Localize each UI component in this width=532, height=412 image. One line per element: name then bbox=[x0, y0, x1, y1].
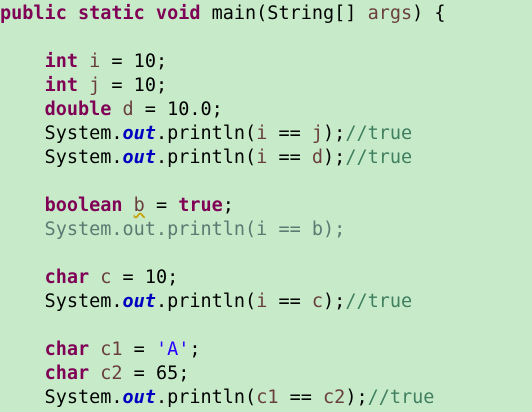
code-token: d bbox=[122, 99, 134, 120]
code-token: //true bbox=[345, 123, 413, 144]
code-token: i bbox=[256, 147, 268, 168]
code-token: System. bbox=[0, 387, 123, 408]
code-line[interactable]: System.out.println(i == b); bbox=[0, 218, 346, 242]
code-token: .println( bbox=[155, 147, 257, 168]
code-token: out bbox=[122, 147, 156, 168]
code-token: int bbox=[44, 75, 78, 96]
code-token: = 10; bbox=[111, 267, 179, 288]
code-token: args bbox=[367, 3, 413, 24]
code-line[interactable]: public static void main(String[] args) { bbox=[0, 2, 446, 26]
code-token: = bbox=[144, 195, 179, 216]
code-token: out bbox=[122, 387, 156, 408]
code-token: System.out.println(i == b); bbox=[0, 219, 346, 240]
code-editor[interactable]: public static void main(String[] args) {… bbox=[0, 0, 532, 412]
code-token: ) { bbox=[412, 3, 446, 24]
code-line[interactable]: char c = 10; bbox=[0, 266, 179, 290]
code-token: boolean bbox=[44, 195, 123, 216]
code-token: out bbox=[122, 291, 156, 312]
code-token: main(String[] bbox=[200, 3, 368, 24]
code-token: ); bbox=[323, 123, 346, 144]
code-token: System. bbox=[0, 147, 123, 168]
code-token: b bbox=[133, 195, 145, 216]
code-token: = 10.0; bbox=[133, 99, 223, 120]
code-token: .println( bbox=[155, 123, 257, 144]
code-token: System. bbox=[0, 291, 123, 312]
code-token: = bbox=[122, 339, 156, 360]
code-token: //true bbox=[345, 291, 413, 312]
code-token: c bbox=[100, 267, 112, 288]
code-token: = 65; bbox=[122, 363, 190, 384]
code-token: //true bbox=[367, 387, 435, 408]
code-token: i bbox=[89, 51, 101, 72]
code-token: ); bbox=[323, 147, 346, 168]
code-token: out bbox=[122, 123, 156, 144]
code-token: j bbox=[311, 123, 324, 144]
code-token: c bbox=[311, 291, 324, 312]
code-token: ); bbox=[323, 291, 346, 312]
code-token: j bbox=[89, 75, 101, 96]
code-token: i bbox=[256, 291, 268, 312]
code-token: .println( bbox=[155, 291, 257, 312]
code-line[interactable]: System.out.println(c1 == c2);//true bbox=[0, 386, 435, 410]
code-token: == bbox=[278, 387, 324, 408]
code-token: int bbox=[44, 51, 78, 72]
code-token: 'A' bbox=[155, 339, 190, 360]
code-token: c2 bbox=[100, 363, 123, 384]
code-line[interactable]: boolean b = true; bbox=[0, 194, 234, 218]
code-token: ; bbox=[189, 339, 201, 360]
code-line[interactable]: System.out.println(i == d);//true bbox=[0, 146, 413, 170]
code-token: char bbox=[44, 267, 90, 288]
code-token: == bbox=[267, 291, 312, 312]
code-token: c1 bbox=[256, 387, 279, 408]
code-token: //true bbox=[345, 147, 413, 168]
code-line[interactable]: int j = 10; bbox=[0, 74, 168, 98]
code-token: System. bbox=[0, 123, 123, 144]
code-line[interactable]: System.out.println(i == c);//true bbox=[0, 290, 413, 314]
code-line[interactable]: double d = 10.0; bbox=[0, 98, 223, 122]
code-token: c1 bbox=[100, 339, 123, 360]
code-token: char bbox=[44, 339, 90, 360]
code-token: true bbox=[178, 195, 223, 216]
code-token: == bbox=[267, 147, 312, 168]
code-token: double bbox=[44, 99, 112, 120]
code-token: i bbox=[256, 123, 268, 144]
code-line[interactable]: char c2 = 65; bbox=[0, 362, 190, 386]
code-line[interactable]: char c1 = 'A'; bbox=[0, 338, 201, 362]
code-token: char bbox=[44, 363, 90, 384]
code-token: == bbox=[267, 123, 312, 144]
code-token: d bbox=[311, 147, 324, 168]
code-line[interactable]: int i = 10; bbox=[0, 50, 168, 74]
code-token: public static void bbox=[0, 3, 201, 24]
code-token: = 10; bbox=[100, 75, 168, 96]
code-line[interactable]: System.out.println(i == j);//true bbox=[0, 122, 413, 146]
code-token: .println( bbox=[155, 387, 257, 408]
code-token: = 10; bbox=[100, 51, 168, 72]
code-token: c2 bbox=[323, 387, 346, 408]
code-token: ; bbox=[222, 195, 234, 216]
code-token: ); bbox=[345, 387, 368, 408]
